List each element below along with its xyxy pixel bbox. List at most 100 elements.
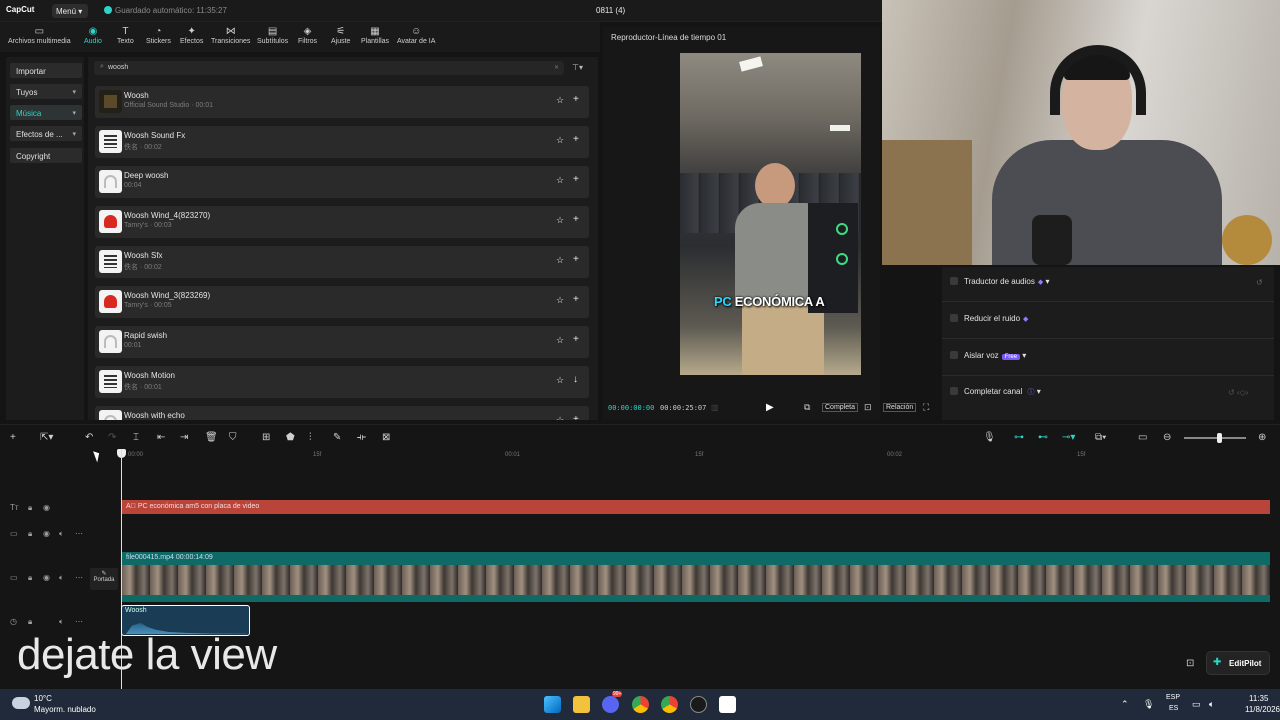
split-right-icon[interactable]: ⇥ [180,432,188,443]
magnet-icon[interactable]: ⊸▾ [1062,432,1075,443]
tool-isolate-voice[interactable]: Aislar voz Free ▾ [950,351,1026,367]
list-item[interactable]: Rapid swish 00:01 ☆ + [95,326,589,358]
weather-desc[interactable]: Mayorm. nublado [34,705,96,714]
discord-icon[interactable]: 99+ [602,691,623,713]
thumbnail-icon[interactable]: ▭ [1138,432,1147,443]
cover-button[interactable]: ✎ Portada [90,568,118,590]
adjust-sliders-icon[interactable]: ⫶ [309,432,312,443]
clock-time[interactable]: 11:35 [1249,694,1268,703]
tool-complete-channel[interactable]: Completar canal ⓘ ▾ [950,387,1041,403]
audio-split-icon[interactable]: ⟛ [357,432,366,443]
magic-icon[interactable]: ✎ [333,432,341,443]
list-item[interactable]: Woosh Wind_3(823269) Tamry's · 00:05 ☆ + [95,286,589,318]
freeze-icon[interactable]: ⊠ [382,432,390,443]
lock-icon[interactable]: 🔒︎ [28,503,32,513]
windows-start-icon[interactable] [544,696,561,713]
list-item[interactable]: Deep woosh 00:04 ☆ + [95,166,589,198]
tab-templates[interactable]: ▦ Plantillas [361,26,389,45]
snap-icon[interactable]: ⊷ [1038,432,1048,443]
favorite-star-icon[interactable]: ☆ [556,335,564,346]
close-icon[interactable]: ✕ [554,64,559,71]
caption-icon[interactable]: ⊞ [262,432,270,443]
add-icon[interactable]: + [573,134,579,145]
tab-ai-avatar[interactable]: ☺ Avatar de IA [397,26,435,45]
weather-temp[interactable]: 10°C [34,694,52,703]
tab-adjust[interactable]: ⚟ Ajuste [331,26,350,45]
reset-icon[interactable]: ↺ [1256,278,1263,287]
sidebar-item-yours[interactable]: Tuyos ▾ [10,84,82,99]
zoom-out-icon[interactable]: ⊖ [1163,432,1171,443]
lock-icon[interactable]: 🔒︎ [28,573,32,583]
layout-icon[interactable]: ⊡ [1186,658,1194,669]
zoom-slider-handle[interactable] [1217,433,1222,443]
eye-icon[interactable]: ◉ [43,529,50,538]
more-icon[interactable]: ⋯ [75,573,83,582]
crop-icon[interactable]: ⧉ [804,402,810,413]
undo-icon[interactable]: ↶ [85,432,93,443]
file-explorer-icon[interactable] [573,696,590,713]
sidebar-item-import[interactable]: Importar [10,63,82,78]
zoom-in-icon[interactable]: ⊕ [1258,432,1266,443]
play-button[interactable]: ▶ [766,402,774,413]
favorite-star-icon[interactable]: ☆ [556,215,564,226]
reset-icon[interactable]: ↺ ‹◇› [1228,388,1248,397]
link-icon[interactable]: ⊶ [1014,432,1024,443]
capcut-icon[interactable] [719,696,736,713]
checkbox[interactable] [950,351,958,359]
chevron-up-icon[interactable]: ⌃ [1121,699,1129,710]
add-icon[interactable]: + [573,174,579,185]
lock-icon[interactable]: 🔒︎ [28,617,32,627]
favorite-star-icon[interactable]: ☆ [556,135,564,146]
tool-audio-translator[interactable]: Traductor de audios ◆ ▾ [950,277,1050,293]
tab-text[interactable]: T Texto [117,26,134,45]
speaker-icon[interactable]: 🔈︎ [59,529,64,539]
delete-icon[interactable]: 🗑︎ [205,432,218,443]
mask-icon[interactable]: ⛉ [229,432,237,443]
volume-icon[interactable]: 🔈︎ [1209,699,1214,710]
speaker-icon[interactable]: 🔈︎ [59,573,64,583]
preview-axis-icon[interactable]: ⧉▾ [1095,432,1106,443]
favorite-star-icon[interactable]: ☆ [556,415,564,420]
eye-icon[interactable]: ◉ [43,573,50,582]
lock-icon[interactable]: 🔒︎ [28,529,32,539]
grid-icon[interactable]: ▥ [711,403,719,412]
filter-icon[interactable]: ⊤▾ [572,63,583,72]
add-icon[interactable]: + [10,432,16,443]
redo-icon[interactable]: ↷ [108,432,116,443]
tab-subtitles[interactable]: ▤ Subtítulos [257,26,288,45]
list-item[interactable]: Woosh Motion 佚名 · 00:01 ☆ ↓ [95,366,589,398]
tab-stickers[interactable]: ◔ Stickers [146,26,171,45]
sidebar-item-music[interactable]: Música ▾ [10,105,82,120]
screenshot-icon[interactable]: ⊡ [864,402,872,413]
list-item[interactable]: Woosh Sfx 佚名 · 00:02 ☆ + [95,246,589,278]
speaker-icon[interactable]: 🔈︎ [59,617,64,627]
add-icon[interactable]: + [573,94,579,105]
list-item[interactable]: Woosh Official Sound Studio · 00:01 ☆ + [95,86,589,118]
tab-effects[interactable]: ✦ Efectos [180,26,203,45]
tab-audio[interactable]: ◉ Audio [84,26,102,45]
keyboard-layout[interactable]: ES [1169,705,1178,712]
microphone-icon[interactable]: 🎙︎ [1143,699,1154,710]
video-clip[interactable] [122,565,1270,595]
video-clip-audio[interactable] [122,595,1270,602]
search-input[interactable]: woosh [94,61,564,75]
add-icon[interactable]: + [573,334,579,345]
aspect-ratio-button[interactable]: Relación [883,403,917,412]
chrome-profile-icon[interactable] [661,696,678,713]
editpilot-button[interactable]: ✚ EditPilot [1206,651,1270,675]
tab-filters[interactable]: ◈ Filtros [298,26,317,45]
favorite-star-icon[interactable]: ☆ [556,255,564,266]
download-icon[interactable]: ↓ [573,374,578,385]
favorite-star-icon[interactable]: ☆ [556,175,564,186]
add-icon[interactable]: + [573,414,579,420]
select-tool-icon[interactable]: ⇱▾ [40,432,53,443]
list-item[interactable]: Woosh Sound Fx 佚名 · 00:02 ☆ + [95,126,589,158]
add-icon[interactable]: + [573,254,579,265]
tool-noise-reduction[interactable]: Reducir el ruido ◆ [950,314,1028,330]
checkbox[interactable] [950,387,958,395]
tab-transitions[interactable]: ⋈ Transiciones [211,26,250,45]
favorite-star-icon[interactable]: ☆ [556,95,564,106]
checkbox[interactable] [950,314,958,322]
split-icon[interactable]: ⌶ [133,432,139,443]
eye-icon[interactable]: ◉ [43,503,50,512]
